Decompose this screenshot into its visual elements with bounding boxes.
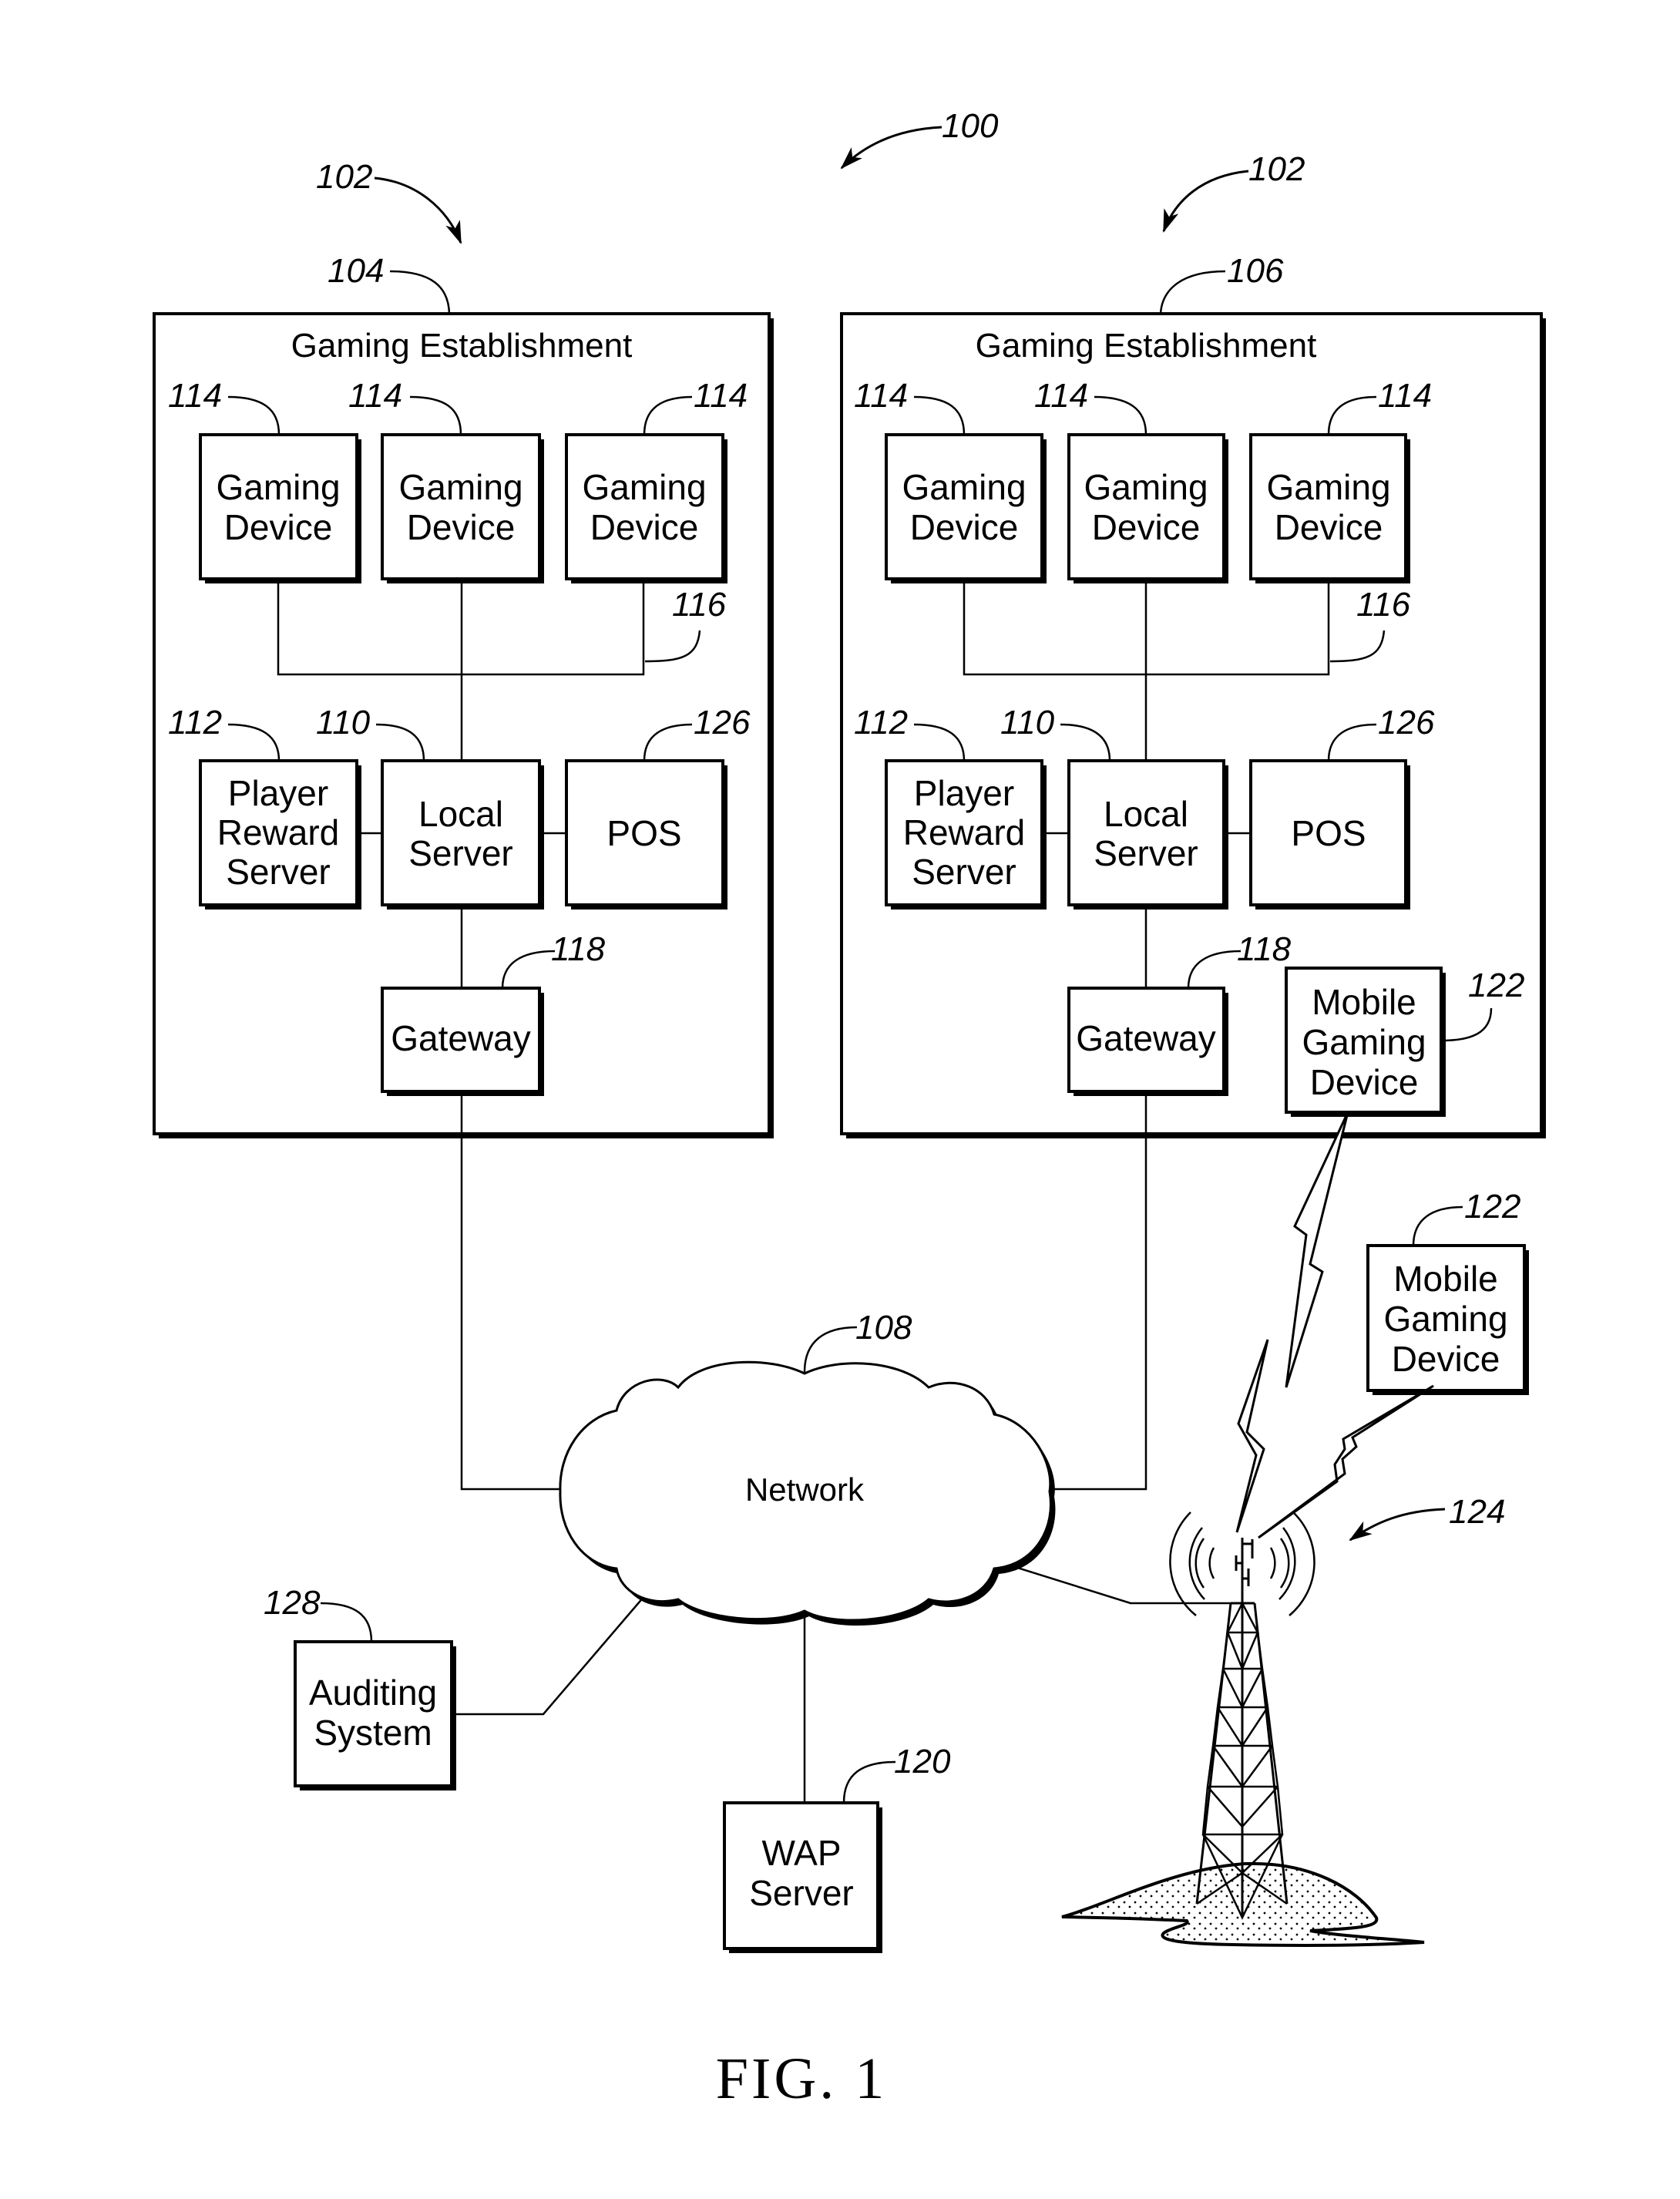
- mobile-label-line2: Gaming: [1383, 1299, 1507, 1339]
- device-label-line2: Device: [1092, 507, 1201, 547]
- auditing-label-line2: System: [314, 1713, 432, 1753]
- link-right-gateway-network: [1050, 1091, 1147, 1491]
- ref-label-104: 104: [328, 252, 384, 290]
- link-left-gateway-network: [460, 1091, 560, 1491]
- device-label-line2: Device: [407, 507, 516, 547]
- device-label-line1: Gaming: [398, 467, 522, 507]
- device-label-line2: Device: [590, 507, 699, 547]
- ref-arrow-102-left: [374, 177, 462, 244]
- ref-label-120: 120: [894, 1743, 951, 1780]
- system-diagram: 100 102 102 104 Gaming Establishment 116…: [153, 107, 1546, 2111]
- ref-arrow-100: [840, 126, 942, 170]
- server-label-line2: Server: [408, 833, 512, 873]
- ref-label-114: 114: [1378, 377, 1432, 415]
- wireless-signal-icon: [1285, 1111, 1349, 1388]
- leader-104: [389, 270, 451, 314]
- device-label-line1: Gaming: [902, 467, 1026, 507]
- wireless-signal-icon: [1235, 1339, 1269, 1533]
- pos-label: POS: [606, 813, 681, 853]
- network-108[interactable]: 108 Network: [559, 1309, 1056, 1626]
- ref-label-108: 108: [855, 1309, 912, 1347]
- cell-tower-124[interactable]: 124: [1061, 1493, 1505, 1947]
- ref-label-118: 118: [551, 930, 606, 968]
- server-label-line2: Reward: [217, 812, 340, 852]
- ref-label-118: 118: [1237, 930, 1292, 968]
- ref-label-110: 110: [1000, 704, 1055, 741]
- mobile-gaming-device-external[interactable]: 122 Mobile Gaming Device: [1366, 1188, 1529, 1395]
- ref-label-112: 112: [168, 704, 222, 741]
- ref-label-114: 114: [168, 377, 222, 415]
- wap-server-120[interactable]: 120 WAP Server: [723, 1743, 951, 1953]
- wap-label-line2: Server: [749, 1873, 853, 1913]
- ref-label-114: 114: [348, 377, 402, 415]
- leader-128: [320, 1602, 373, 1643]
- device-label-line2: Device: [910, 507, 1019, 547]
- gaming-establishment-104: 104 Gaming Establishment 116 114 Gaming …: [153, 252, 774, 1138]
- ref-label-116-left: 116: [672, 586, 727, 624]
- server-label-line1: Local: [1104, 794, 1188, 834]
- mobile-label-line3: Device: [1392, 1339, 1500, 1379]
- device-label-line1: Gaming: [216, 467, 340, 507]
- establishment-title-106: Gaming Establishment: [976, 327, 1317, 365]
- device-label-line1: Gaming: [1266, 467, 1390, 507]
- server-label-line1: Player: [228, 773, 328, 813]
- link-auditing-network: [452, 1585, 654, 1716]
- ref-100: 100: [840, 107, 999, 170]
- ref-arrow-124: [1349, 1508, 1446, 1542]
- gateway-label: Gateway: [1076, 1018, 1216, 1058]
- mobile-label-line1: Mobile: [1393, 1259, 1498, 1299]
- auditing-system-128[interactable]: 128 Auditing System: [264, 1584, 456, 1790]
- mobile-label-line2: Gaming: [1302, 1022, 1426, 1062]
- cell-tower-icon: [1061, 1511, 1425, 1947]
- ref-102-right: 102: [1162, 150, 1305, 233]
- mobile-label-line3: Device: [1310, 1062, 1419, 1102]
- ref-label-114: 114: [1034, 377, 1088, 415]
- ref-label-126: 126: [1378, 704, 1435, 741]
- ref-label-114: 114: [694, 377, 748, 415]
- server-label-line2: Reward: [903, 812, 1026, 852]
- auditing-label-line1: Auditing: [309, 1673, 437, 1713]
- mobile-label-line1: Mobile: [1312, 982, 1416, 1022]
- ref-102-left: 102: [316, 158, 462, 244]
- ref-label-102-right: 102: [1248, 150, 1305, 188]
- ref-label-100: 100: [942, 107, 999, 145]
- ref-label-112: 112: [854, 704, 908, 741]
- server-label-line2: Server: [1094, 833, 1198, 873]
- server-label-line3: Server: [912, 852, 1016, 892]
- ref-label-106: 106: [1227, 252, 1284, 290]
- leader-106: [1159, 270, 1226, 314]
- pos-label: POS: [1291, 813, 1366, 853]
- leader-120: [842, 1760, 896, 1804]
- device-label-line2: Device: [224, 507, 333, 547]
- ref-label-102-left: 102: [316, 158, 372, 196]
- ref-label-128: 128: [264, 1584, 321, 1622]
- wap-label-line1: WAP: [761, 1833, 841, 1873]
- ref-label-114: 114: [854, 377, 908, 415]
- ref-label-110: 110: [316, 704, 371, 741]
- gaming-establishment-106: 106 Gaming Establishment 116 114 Gaming …: [840, 252, 1546, 1138]
- server-label-line1: Local: [418, 794, 503, 834]
- ref-label-122: 122: [1468, 967, 1524, 1004]
- device-label-line1: Gaming: [1084, 467, 1208, 507]
- network-label: Network: [745, 1471, 865, 1508]
- ref-arrow-102-right: [1162, 170, 1249, 233]
- ref-label-116-right: 116: [1356, 586, 1411, 624]
- server-label-line1: Player: [914, 773, 1014, 813]
- ref-label-124: 124: [1449, 1493, 1505, 1531]
- gateway-label: Gateway: [391, 1018, 531, 1058]
- device-label-line2: Device: [1275, 507, 1383, 547]
- leader-122: [1412, 1205, 1463, 1246]
- server-label-line3: Server: [226, 852, 330, 892]
- ref-label-126: 126: [694, 704, 751, 741]
- ref-label-122: 122: [1464, 1188, 1520, 1226]
- link-network-tower: [987, 1557, 1242, 1605]
- device-label-line1: Gaming: [582, 467, 706, 507]
- establishment-title-104: Gaming Establishment: [291, 327, 633, 365]
- figure-caption: FIG. 1: [716, 2046, 887, 2111]
